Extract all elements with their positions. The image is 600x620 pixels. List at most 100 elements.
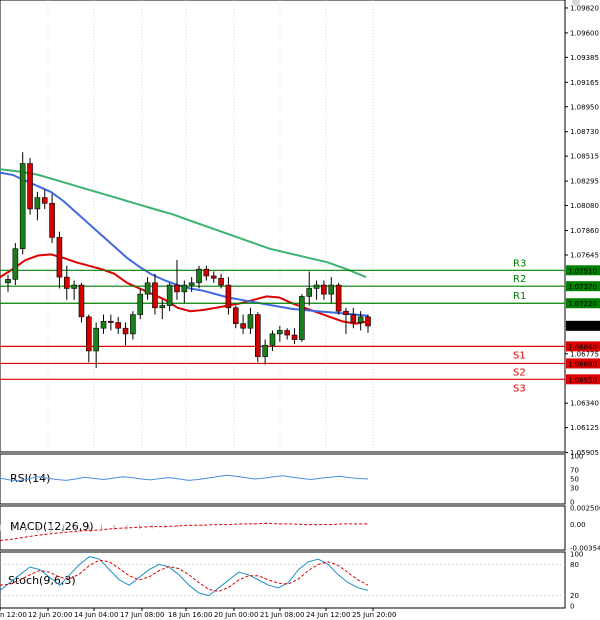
level-name: R3 bbox=[513, 258, 526, 269]
candle-bear bbox=[254, 314, 261, 357]
candle-bull bbox=[247, 314, 254, 329]
candle-bull bbox=[166, 284, 173, 306]
candle-bull bbox=[12, 248, 19, 280]
candle-bear bbox=[321, 284, 327, 295]
macd-tick-label: 0.00 bbox=[570, 521, 586, 529]
candle-bear bbox=[27, 163, 33, 210]
price-tick-label: 1.06125 bbox=[570, 424, 599, 432]
candle-bull bbox=[181, 284, 188, 293]
candle-bull bbox=[159, 305, 166, 309]
candle-bear bbox=[63, 276, 70, 289]
rsi-tick-label: 70 bbox=[570, 466, 579, 474]
time-tick-label: 20 Jun 00:00 bbox=[214, 611, 258, 619]
rsi-panel-frame bbox=[0, 453, 566, 505]
price-tick-label: 1.06775 bbox=[570, 350, 599, 358]
stoch-panel[interactable]: Stoch(9,6,3) 10080200 bbox=[0, 551, 583, 611]
price-tick-label: 1.09165 bbox=[570, 79, 599, 87]
price-tick-label: 1.08080 bbox=[570, 202, 599, 210]
candle-bear bbox=[350, 314, 357, 323]
candle-bull bbox=[357, 316, 364, 323]
macd-tick-label: 0.002506 bbox=[570, 505, 600, 513]
candle-bear bbox=[225, 284, 232, 309]
candle-bull bbox=[34, 197, 41, 210]
time-tick-label: 21 Jun 08:00 bbox=[260, 611, 304, 619]
trading-chart[interactable]: R31.07510R21.07370R11.07220S11.06840S21.… bbox=[0, 0, 600, 620]
candle-bear bbox=[78, 284, 85, 318]
candle-bull bbox=[144, 282, 151, 295]
macd-axis-labels: 0.0025060.00-0.00354 bbox=[570, 505, 600, 553]
level-tag-label: 1.06550 bbox=[568, 376, 597, 384]
candle-bull bbox=[262, 344, 268, 357]
candle-bear bbox=[218, 277, 224, 286]
price-tick-label: 1.07860 bbox=[570, 227, 599, 235]
candle-bull bbox=[196, 268, 202, 284]
price-tick-label: 1.08515 bbox=[570, 153, 599, 161]
candle-bull bbox=[313, 284, 320, 289]
price-tick-label: 1.09820 bbox=[570, 4, 599, 12]
candle-bear bbox=[49, 202, 55, 238]
time-tick-label: 18 Jun 16:00 bbox=[168, 611, 212, 619]
stoch-tick-label: 20 bbox=[570, 592, 579, 600]
price-axis-labels: 1.09820 1.09600 1.09385 1.09165 1.08950 1.087… bbox=[565, 4, 599, 457]
candle-bear bbox=[203, 268, 210, 277]
price-tick-label: 1.06340 bbox=[570, 400, 599, 408]
candle-bull bbox=[130, 314, 136, 335]
price-tick-label: 1.09385 bbox=[570, 54, 599, 62]
price-tick-label: 1.08730 bbox=[570, 128, 599, 136]
candle-bear bbox=[56, 237, 63, 278]
candle-bear bbox=[41, 197, 48, 204]
stoch-tick-label: 80 bbox=[570, 561, 579, 569]
candle-bear bbox=[152, 282, 158, 309]
level-name: S1 bbox=[513, 350, 526, 361]
rsi-axis-labels: 1007050300 bbox=[570, 453, 583, 507]
time-tick-label: n 12:00 bbox=[0, 611, 27, 619]
candle-bull bbox=[71, 284, 77, 289]
level-name: R1 bbox=[513, 291, 526, 302]
candle-bull bbox=[5, 279, 11, 284]
time-tick-label: 25 Jun 20:00 bbox=[352, 611, 396, 619]
level-tag-label: 1.07370 bbox=[568, 283, 597, 291]
candle-bull bbox=[93, 327, 99, 352]
price-tick-label: 1.08950 bbox=[570, 103, 599, 111]
current-price-label: 1.07021 bbox=[568, 323, 597, 331]
rsi-panel[interactable]: RSI(14) 1007050300 bbox=[0, 453, 583, 507]
stoch-axis-labels: 100 80 20 0 bbox=[570, 551, 583, 611]
candle-bull bbox=[306, 288, 313, 297]
time-tick-label: 24 Jun 12:00 bbox=[306, 611, 350, 619]
price-panel-frame bbox=[0, 0, 566, 453]
price-tick-label: 1.08295 bbox=[570, 178, 599, 186]
price-tick-label: 1.09600 bbox=[570, 29, 599, 37]
candle-bear bbox=[232, 307, 239, 324]
candle-bull bbox=[299, 296, 305, 340]
candle-bull bbox=[277, 330, 283, 335]
candle-bull bbox=[328, 284, 335, 295]
candle-bull bbox=[269, 333, 276, 346]
candle-bear bbox=[86, 316, 92, 352]
macd-panel[interactable]: MACD(12,26,9) 0.0025060.00-0.00354 bbox=[0, 505, 600, 553]
candle-bull bbox=[137, 293, 144, 315]
candle-bear bbox=[115, 322, 122, 329]
time-tick-label: 12 Jun 20:00 bbox=[28, 611, 72, 619]
candle-bull bbox=[100, 321, 107, 329]
stoch-tick-label: 100 bbox=[570, 551, 583, 559]
time-tick-label: 17 Jun 08:00 bbox=[120, 611, 164, 619]
rsi-tick-label: 100 bbox=[570, 453, 583, 461]
candle-bear bbox=[210, 275, 217, 279]
candle-bear bbox=[174, 284, 180, 293]
level-name: R2 bbox=[513, 274, 526, 285]
rsi-tick-label: 30 bbox=[570, 485, 579, 493]
candle-bear bbox=[343, 310, 349, 315]
level-name: S2 bbox=[513, 367, 526, 378]
level-tag-label: 1.07220 bbox=[568, 300, 597, 308]
level-name: S3 bbox=[513, 383, 526, 394]
candle-bear bbox=[291, 334, 298, 340]
level-tag-label: 1.06690 bbox=[568, 360, 597, 368]
candle-bear bbox=[284, 330, 290, 336]
candle-bull bbox=[188, 282, 195, 286]
candle-bear bbox=[122, 327, 129, 335]
stoch-tick-label: 0 bbox=[570, 603, 574, 611]
level-tag-label: 1.07510 bbox=[568, 267, 597, 275]
time-tick-label: 14 Jun 04:00 bbox=[74, 611, 118, 619]
candle-bear bbox=[108, 321, 114, 323]
time-axis-labels: n 12:00 12 Jun 20:00 14 Jun 04:00 17 Jun 08… bbox=[0, 608, 396, 619]
